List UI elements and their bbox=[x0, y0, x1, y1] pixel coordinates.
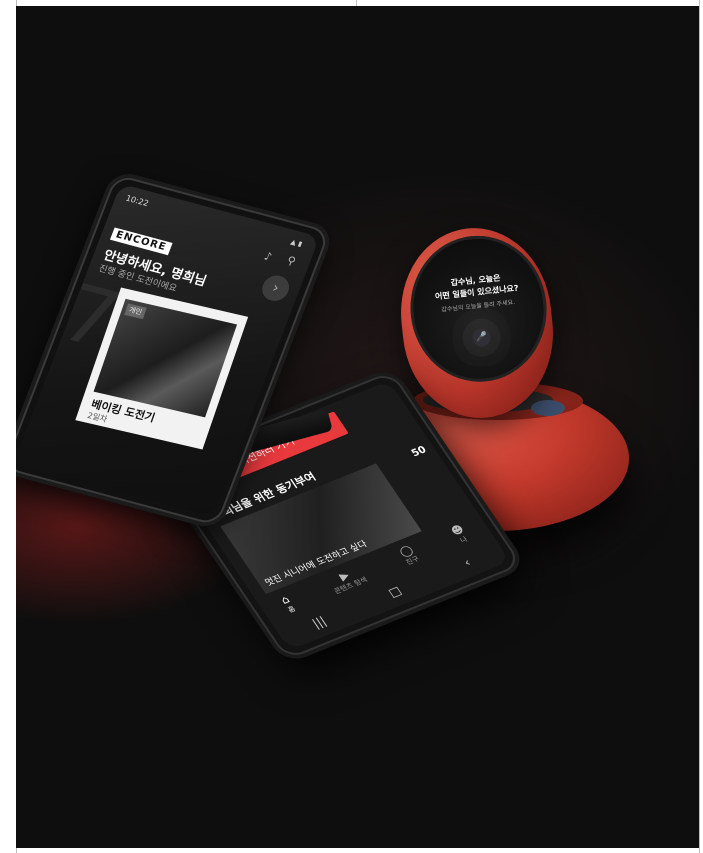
challenge-photo bbox=[93, 298, 238, 418]
tab-me[interactable]: ☻ 나 bbox=[448, 522, 472, 546]
count-badge: 50 bbox=[409, 444, 429, 460]
chevron-right-icon[interactable]: › bbox=[258, 272, 293, 304]
speaker-display: 갑수님, 오늘은 어떤 일들이 있으셨나요? 갑수님의 오늘을 들려 주세요. … bbox=[403, 229, 554, 389]
speaker-joint bbox=[531, 400, 565, 416]
back-icon[interactable]: ‹ bbox=[461, 556, 473, 570]
right-border bbox=[699, 0, 700, 853]
tab-friends[interactable]: ◯ 친구 bbox=[396, 543, 421, 567]
product-photo: 갑수님, 오늘은 어떤 일들이 있으셨나요? 갑수님의 오늘을 들려 주세요. … bbox=[16, 6, 699, 848]
bell-icon[interactable]: ♪ bbox=[262, 250, 273, 264]
image-frame: 갑수님, 오늘은 어떤 일들이 있으셨나요? 갑수님의 오늘을 들려 주세요. … bbox=[0, 0, 703, 853]
status-time: 10:22 bbox=[124, 193, 150, 209]
search-icon[interactable]: ⚲ bbox=[285, 254, 297, 268]
tab-contents[interactable]: ▶ 콘텐츠 탐색 bbox=[324, 564, 369, 596]
tab-home[interactable]: ⌂ 홈 bbox=[278, 593, 298, 615]
home-nav-icon[interactable]: □ bbox=[386, 584, 405, 600]
status-icons: ▲ ▮ bbox=[289, 237, 304, 249]
recents-icon[interactable]: ||| bbox=[310, 614, 329, 630]
microphone-icon[interactable]: 🎤 bbox=[471, 327, 492, 348]
